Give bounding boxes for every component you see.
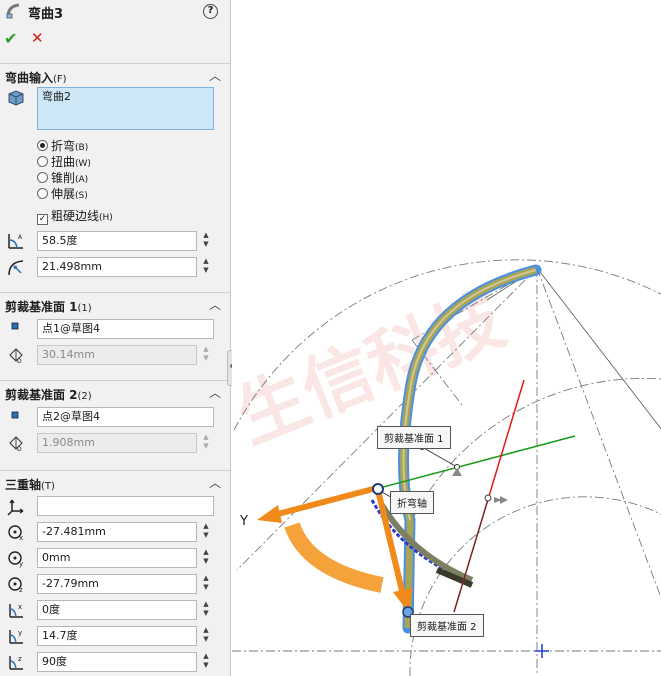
drag-arrows-icon xyxy=(452,468,508,504)
section-title: 剪裁基准面 2 xyxy=(5,388,78,402)
svg-text:D: D xyxy=(17,358,22,365)
radius-spinner[interactable]: ▲ ▼ xyxy=(201,257,211,277)
model-canvas: 生信科技 Y xyxy=(232,259,661,676)
section-title: 三重轴 xyxy=(5,478,42,492)
ok-button[interactable]: ✔ xyxy=(4,29,17,48)
y-rotation-icon: y xyxy=(6,626,28,646)
triad-x-input[interactable]: -27.481mm xyxy=(37,522,197,542)
svg-text:A: A xyxy=(18,234,23,241)
chevron-up-icon[interactable]: ︿ xyxy=(209,384,221,401)
radio-indicator xyxy=(37,156,48,167)
radio-indicator xyxy=(37,172,48,183)
svg-text:x: x xyxy=(19,534,23,542)
angle-spinner[interactable]: ▲ ▼ xyxy=(201,231,211,251)
radio-bend[interactable]: 折弯(B) xyxy=(37,138,88,154)
offset-distance-icon: D xyxy=(6,345,28,365)
trim1-distance-spinner: ▲ ▼ xyxy=(203,345,209,362)
y-axis-arrow[interactable] xyxy=(257,485,378,523)
triad-x-spinner[interactable]: ▲ ▼ xyxy=(201,522,211,542)
point-icon xyxy=(9,409,31,429)
section-shortcut: (T) xyxy=(41,481,55,492)
triad-y-input[interactable]: 0mm xyxy=(37,548,197,568)
x-position-icon: x xyxy=(6,522,28,542)
triad-icon xyxy=(6,497,28,517)
feature-title: 弯曲3 xyxy=(28,7,64,22)
cancel-button[interactable]: ✕ xyxy=(31,29,44,47)
chevron-up-icon[interactable]: ︿ xyxy=(209,67,221,84)
angle-icon: A xyxy=(6,231,28,251)
radius-icon xyxy=(6,257,28,277)
trim2-distance-spinner: ▲ ▼ xyxy=(203,433,209,450)
y-axis-label: Y xyxy=(239,514,248,529)
hard-edges-checkbox[interactable]: ✓ 粗硬边线(H) xyxy=(37,208,113,225)
y-position-icon: y xyxy=(6,548,28,568)
section-bend-input[interactable]: 弯曲输入(F) ︿ xyxy=(0,63,230,85)
triad-origin-handle[interactable] xyxy=(372,483,384,495)
svg-text:z: z xyxy=(19,586,23,594)
section-title: 弯曲输入 xyxy=(5,71,54,85)
svg-text:y: y xyxy=(19,560,23,568)
chevron-up-icon[interactable]: ︿ xyxy=(209,296,221,313)
radio-indicator xyxy=(37,140,48,151)
radio-stretch[interactable]: 伸展(S) xyxy=(37,186,88,202)
section-trim-plane-1[interactable]: 剪裁基准面 1(1) ︿ xyxy=(0,292,230,314)
z-position-icon: z xyxy=(6,574,28,594)
property-manager: 弯曲3 ? ✔ ✕ 弯曲输入(F) ︿ 弯曲2 折弯(B) 扭曲(W) 锥削(A… xyxy=(0,0,231,676)
radio-taper[interactable]: 锥削(A) xyxy=(37,170,88,186)
feature-header: 弯曲3 ? xyxy=(0,0,231,24)
svg-text:D: D xyxy=(17,446,22,453)
callout-bend-axis[interactable]: 折弯轴 xyxy=(390,491,434,514)
triad-rot-x-input[interactable]: 0度 xyxy=(37,600,197,620)
angle-input[interactable]: 58.5度 xyxy=(37,231,197,251)
section-shortcut: (1) xyxy=(77,303,92,314)
checkmark-icon: ✓ xyxy=(37,214,48,225)
callout-trim-plane-2[interactable]: 剪裁基准面 2 xyxy=(410,614,484,637)
triad-rot-x-spinner[interactable]: ▲ ▼ xyxy=(201,600,211,620)
help-icon[interactable]: ? xyxy=(203,4,218,19)
triad-rot-z-spinner[interactable]: ▲ ▼ xyxy=(201,652,211,672)
callout-trim-plane-1[interactable]: 剪裁基准面 1 xyxy=(377,426,451,449)
offset-distance-icon: D xyxy=(6,433,28,453)
section-triad[interactable]: 三重轴(T) ︿ xyxy=(0,470,230,492)
body-selection-icon xyxy=(6,89,28,109)
triad-y-spinner[interactable]: ▲ ▼ xyxy=(201,548,211,568)
radio-twist[interactable]: 扭曲(W) xyxy=(37,154,91,170)
triad-selection-input[interactable] xyxy=(37,496,214,516)
bodies-selection-box[interactable]: 弯曲2 xyxy=(37,87,214,130)
section-title: 剪裁基准面 1 xyxy=(5,300,78,314)
flex-feature-icon xyxy=(5,2,27,22)
z-rotation-icon: z xyxy=(6,652,28,672)
triad-z-spinner[interactable]: ▲ ▼ xyxy=(201,574,211,594)
svg-text:y: y xyxy=(18,629,22,637)
triad-rot-y-input[interactable]: 14.7度 xyxy=(37,626,197,646)
section-shortcut: (F) xyxy=(53,74,67,85)
rotation-handle[interactable] xyxy=(284,522,384,593)
trim2-reference-input[interactable]: 点2@草图4 xyxy=(37,407,214,427)
svg-text:z: z xyxy=(18,655,22,663)
trim2-distance-input: 1.908mm xyxy=(37,433,197,453)
triad-z-input[interactable]: -27.79mm xyxy=(37,574,197,594)
chevron-up-icon[interactable]: ︿ xyxy=(209,474,221,491)
svg-text:x: x xyxy=(18,603,22,611)
graphics-area[interactable]: 生信科技 Y 剪裁基准面 1 折弯轴 剪裁基准面 2 xyxy=(232,0,661,676)
radio-indicator xyxy=(37,188,48,199)
section-trim-plane-2[interactable]: 剪裁基准面 2(2) ︿ xyxy=(0,380,230,402)
trim1-distance-input: 30.14mm xyxy=(37,345,197,365)
trim1-reference-input[interactable]: 点1@草图4 xyxy=(37,319,214,339)
watermark-text: 生信科技 xyxy=(232,278,516,459)
triad-rot-y-spinner[interactable]: ▲ ▼ xyxy=(201,626,211,646)
radius-input[interactable]: 21.498mm xyxy=(37,257,197,277)
section-shortcut: (2) xyxy=(77,391,92,402)
triad-rot-z-input[interactable]: 90度 xyxy=(37,652,197,672)
point-icon xyxy=(9,320,31,340)
x-rotation-icon: x xyxy=(6,600,28,620)
